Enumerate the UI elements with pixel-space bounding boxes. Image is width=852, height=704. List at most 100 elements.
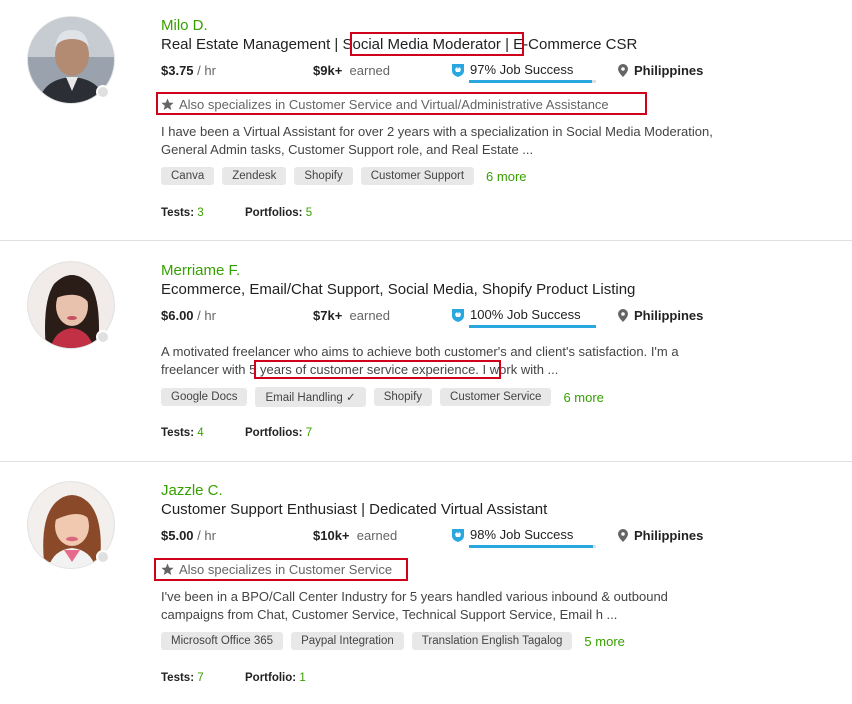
title-part: Real Estate Management | [161, 36, 343, 53]
skill-tag[interactable]: Email Handling ✓ [255, 387, 366, 407]
highlight-box [350, 32, 524, 56]
earned-label: earned [356, 528, 398, 543]
skill-tag[interactable]: Customer Support [360, 167, 475, 185]
portfolios-label: Portfolios: [245, 427, 303, 439]
tests-value: 7 [197, 672, 204, 684]
skill-tag[interactable]: Canva [161, 167, 215, 185]
freelancer-card[interactable]: Milo D. Real Estate Management | Social … [0, 0, 852, 220]
verified-check-icon: ✓ [346, 392, 356, 404]
job-success: 97% Job Success [451, 62, 573, 77]
online-status-dot [96, 85, 110, 99]
rate-unit: / hr [197, 63, 216, 78]
rate-value: $6.00 [161, 308, 194, 323]
portfolios-label: Portfolios: [245, 207, 303, 219]
rate-unit: / hr [197, 528, 216, 543]
tests-value: 4 [197, 427, 204, 439]
skill-tag-label: Email Handling [265, 392, 343, 404]
tests-stat: Tests: 3 [161, 207, 245, 219]
location-text: Philippines [634, 528, 704, 543]
tests-label: Tests: [161, 427, 195, 439]
job-success-bar [469, 80, 596, 83]
earned-value: $10k+ [313, 528, 350, 543]
job-success-bar [469, 545, 596, 548]
card-divider [0, 240, 852, 241]
portfolios-label: Portfolio: [245, 672, 297, 684]
hourly-rate: $6.00 / hr [161, 308, 216, 323]
tests-value: 3 [197, 207, 204, 219]
more-skills-link[interactable]: 6 more [486, 169, 526, 184]
job-success-text: 98% Job Success [470, 527, 574, 542]
rate-value: $3.75 [161, 63, 194, 78]
location: Philippines [618, 63, 703, 78]
portfolios-stat: Portfolios: 7 [245, 427, 329, 439]
job-success-badge-icon [452, 528, 464, 542]
freelancer-stats: Tests: 4 Portfolios: 7 [161, 427, 329, 439]
total-earned: $9k+ earned [313, 63, 390, 78]
tests-stat: Tests: 4 [161, 427, 245, 439]
online-status-dot [96, 550, 110, 564]
more-skills-link[interactable]: 6 more [563, 390, 603, 405]
highlight-box [254, 360, 501, 379]
freelancer-name[interactable]: Merriame F. [161, 262, 240, 279]
job-success-badge-icon [452, 308, 464, 322]
card-divider [0, 461, 852, 462]
earned-value: $7k+ [313, 308, 343, 323]
skill-tag[interactable]: Paypal Integration [291, 632, 404, 650]
job-success-text: 97% Job Success [470, 62, 574, 77]
job-success: 98% Job Success [451, 527, 573, 542]
freelancer-description: I have been a Virtual Assistant for over… [161, 124, 713, 157]
skill-tag[interactable]: Zendesk [222, 167, 287, 185]
rate-unit: / hr [197, 308, 216, 323]
job-success-text: 100% Job Success [470, 307, 581, 322]
skill-tag[interactable]: Shopify [373, 388, 433, 406]
skills-list: Google Docs Email Handling ✓ Shopify Cus… [161, 387, 604, 407]
job-success-bar-fill [469, 325, 596, 328]
job-success-badge-icon [452, 63, 464, 77]
job-success-bar-fill [469, 545, 594, 548]
job-success-bar-fill [469, 80, 593, 83]
skill-tag[interactable]: Microsoft Office 365 [161, 632, 284, 650]
tests-label: Tests: [161, 672, 195, 684]
earned-label: earned [349, 63, 391, 78]
freelancer-title: Customer Support Enthusiast | Dedicated … [161, 501, 548, 518]
skill-tag[interactable]: Google Docs [161, 388, 248, 406]
portfolios-value: 5 [305, 207, 313, 219]
freelancer-name[interactable]: Milo D. [161, 17, 208, 34]
location-pin-icon [618, 529, 628, 542]
freelancer-title: Ecommerce, Email/Chat Support, Social Me… [161, 281, 636, 298]
location-text: Philippines [634, 63, 704, 78]
highlight-box [156, 92, 647, 115]
portfolios-stat: Portfolio: 1 [245, 672, 329, 684]
skill-tag[interactable]: Translation English Tagalog [411, 632, 573, 650]
location: Philippines [618, 308, 703, 323]
more-skills-link[interactable]: 5 more [584, 634, 624, 649]
online-status-dot [96, 330, 110, 344]
tests-stat: Tests: 7 [161, 672, 245, 684]
highlight-box [154, 558, 408, 581]
freelancer-stats: Tests: 7 Portfolio: 1 [161, 672, 329, 684]
job-success-bar [469, 325, 596, 328]
hourly-rate: $5.00 / hr [161, 528, 216, 543]
job-success: 100% Job Success [451, 307, 581, 322]
hourly-rate: $3.75 / hr [161, 63, 216, 78]
rate-value: $5.00 [161, 528, 194, 543]
earned-label: earned [349, 308, 391, 323]
freelancer-card[interactable]: Merriame F. Ecommerce, Email/Chat Suppor… [0, 245, 852, 465]
portfolios-value: 7 [305, 427, 313, 439]
freelancer-stats: Tests: 3 Portfolios: 5 [161, 207, 329, 219]
freelancer-name[interactable]: Jazzle C. [161, 482, 223, 499]
skills-list: Microsoft Office 365 Paypal Integration … [161, 632, 625, 650]
total-earned: $10k+ earned [313, 528, 397, 543]
location-text: Philippines [634, 308, 704, 323]
location: Philippines [618, 528, 703, 543]
skill-tag[interactable]: Shopify [294, 167, 353, 185]
location-pin-icon [618, 309, 628, 322]
skill-tag[interactable]: Customer Service [440, 388, 552, 406]
tests-label: Tests: [161, 207, 195, 219]
freelancer-card[interactable]: Jazzle C. Customer Support Enthusiast | … [0, 465, 852, 685]
portfolios-stat: Portfolios: 5 [245, 207, 329, 219]
skills-list: Canva Zendesk Shopify Customer Support 6… [161, 167, 527, 185]
total-earned: $7k+ earned [313, 308, 390, 323]
portfolios-value: 1 [299, 672, 306, 684]
location-pin-icon [618, 64, 628, 77]
